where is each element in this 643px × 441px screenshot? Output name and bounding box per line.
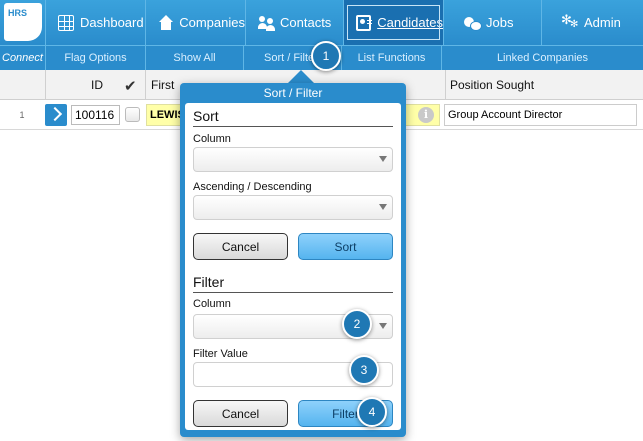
filter-value-label: Filter Value xyxy=(193,348,248,360)
nav-jobs[interactable]: Jobs xyxy=(443,0,541,45)
nav-admin[interactable]: Admin xyxy=(541,0,643,45)
column-header-position-label: Position Sought xyxy=(450,78,535,92)
info-icon[interactable]: i xyxy=(418,107,434,123)
hrs-logo[interactable]: HRS xyxy=(4,3,42,41)
step-badge-2: 2 xyxy=(342,309,372,339)
row-select-checkbox[interactable] xyxy=(125,107,140,122)
toolbar-list-functions[interactable]: List Functions xyxy=(341,46,441,70)
toolbar-connect[interactable]: Connect xyxy=(0,46,45,70)
main-nav: HRS Dashboard Companies Contacts Candida… xyxy=(0,0,643,45)
jobs-icon xyxy=(464,15,482,31)
filter-divider xyxy=(193,292,393,293)
nav-contacts-label: Contacts xyxy=(280,15,332,30)
column-header-position-sought[interactable]: Position Sought xyxy=(445,70,643,100)
popover-title: Sort / Filter xyxy=(263,86,323,100)
step-badge-1: 1 xyxy=(311,41,341,71)
toolbar-flag-options[interactable]: Flag Options xyxy=(45,46,145,70)
sort-column-label: Column xyxy=(193,133,231,145)
sort-heading: Sort xyxy=(193,108,219,124)
nav-dashboard[interactable]: Dashboard xyxy=(45,0,145,45)
house-icon xyxy=(158,14,174,31)
filter-heading: Filter xyxy=(193,274,225,290)
popover-arrow xyxy=(288,70,314,83)
nav-jobs-label: Jobs xyxy=(486,15,514,30)
column-header-id-label: ID xyxy=(91,78,103,92)
step-badge-3: 3 xyxy=(349,355,379,385)
chevron-down-icon xyxy=(379,204,387,210)
checkmark-icon[interactable]: ✔ xyxy=(124,77,137,95)
sort-column-select[interactable] xyxy=(193,147,393,172)
row-number-header xyxy=(0,70,45,100)
nav-companies-label: Companies xyxy=(179,15,245,30)
app-window: HRS Dashboard Companies Contacts Candida… xyxy=(0,0,643,441)
grid-icon xyxy=(58,14,74,31)
toolbar-linked-companies[interactable]: Linked Companies xyxy=(441,46,643,70)
id-card-icon xyxy=(356,14,373,31)
sort-cancel-button[interactable]: Cancel xyxy=(193,233,288,260)
position-sought-cell[interactable]: Group Account Director xyxy=(444,104,637,126)
people-icon xyxy=(258,15,274,31)
row-number: 1 xyxy=(19,110,25,120)
sort-divider xyxy=(193,126,393,127)
nav-contacts[interactable]: Contacts xyxy=(245,0,343,45)
id-cell[interactable]: 100116 xyxy=(71,105,120,125)
logo-text: HRS xyxy=(8,8,28,18)
row-expand-button[interactable] xyxy=(45,104,67,126)
toolbar-show-all[interactable]: Show All xyxy=(145,46,243,70)
column-header-first-label: First xyxy=(151,78,175,92)
chevron-down-icon xyxy=(379,156,387,162)
nav-admin-label: Admin xyxy=(584,15,621,30)
sort-button[interactable]: Sort xyxy=(298,233,393,260)
sort-order-select[interactable] xyxy=(193,195,393,220)
filter-column-label: Column xyxy=(193,298,231,310)
gear-icon xyxy=(561,12,578,31)
sort-filter-popover: Sort / Filter Sort Column Ascending / De… xyxy=(180,83,406,437)
step-badge-4: 4 xyxy=(357,397,387,427)
filter-cancel-button[interactable]: Cancel xyxy=(193,400,288,427)
sort-order-label: Ascending / Descending xyxy=(193,181,312,193)
nav-dashboard-label: Dashboard xyxy=(80,15,144,30)
chevron-down-icon xyxy=(379,323,387,329)
nav-candidates[interactable]: Candidates xyxy=(343,0,443,45)
nav-companies[interactable]: Companies xyxy=(145,0,245,45)
